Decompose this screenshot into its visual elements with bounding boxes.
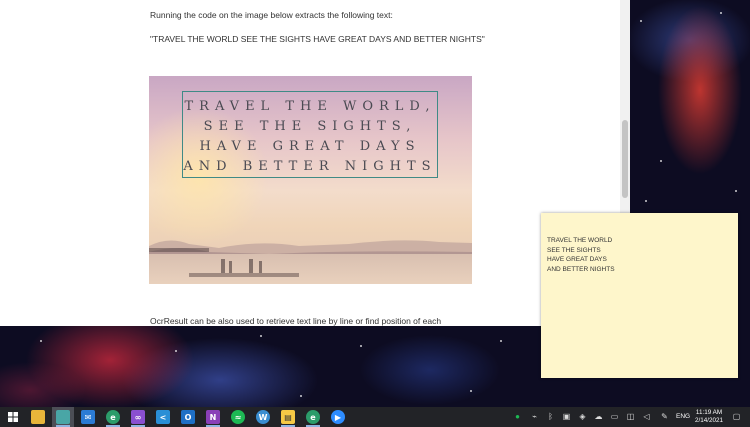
spotify-icon[interactable]: ≈ (231, 410, 245, 424)
volume-icon[interactable]: ◁ (642, 412, 651, 421)
quote-line: TRAVEL THE WORLD, (184, 99, 436, 114)
footer-text: OcrResult can be also used to retrieve t… (150, 316, 442, 326)
sticky-line: TRAVEL THE WORLD (547, 237, 613, 244)
clock[interactable]: 11:19 AM 2/14/2021 (693, 409, 725, 425)
language-indicator[interactable]: ENG (676, 413, 690, 420)
usb-tray-icon[interactable]: ⌁ (530, 412, 539, 421)
active-app-icon[interactable] (56, 410, 70, 424)
edge-beta-icon[interactable]: e (306, 410, 320, 424)
intro-text: Running the code on the image below extr… (150, 10, 393, 20)
sticky-line: SEE THE SIGHTS (547, 246, 601, 254)
bluetooth-tray-icon[interactable]: ᛒ (546, 412, 555, 421)
vs-code-icon[interactable]: < (156, 410, 170, 424)
cloud-tray-icon[interactable]: ☁ (594, 412, 603, 421)
sticky-note-text[interactable]: TRAVEL THE WORLD SEE THE SIGHTS HAVE GRE… (547, 236, 615, 274)
image-quote-box: TRAVEL THE WORLD, SEE THE SIGHTS, HAVE G… (182, 91, 438, 178)
extracted-text: "TRAVEL THE WORLD SEE THE SIGHTS HAVE GR… (150, 34, 485, 44)
scroll-thumb[interactable] (622, 120, 628, 198)
network-icon[interactable]: ◫ (626, 412, 635, 421)
document-page: Running the code on the image below extr… (0, 0, 630, 326)
zoom-icon[interactable]: ▶ (331, 410, 345, 424)
sample-image: TRAVEL THE WORLD, SEE THE SIGHTS, HAVE G… (149, 76, 472, 284)
battery-icon[interactable]: ▭ (610, 412, 619, 421)
outlook-icon[interactable]: O (181, 410, 195, 424)
clock-date: 2/14/2021 (694, 417, 723, 424)
clock-time: 11:19 AM (695, 409, 723, 416)
spotify-tray-icon[interactable]: ● (513, 412, 522, 421)
sticky-note[interactable]: TRAVEL THE WORLD SEE THE SIGHTS HAVE GRE… (541, 213, 738, 378)
security-tray-icon[interactable]: ◈ (578, 412, 587, 421)
onenote-icon[interactable]: N (206, 410, 220, 424)
quote-line: AND BETTER NIGHTS (183, 159, 437, 174)
mail-icon[interactable]: ✉ (81, 410, 95, 424)
visual-studio-icon[interactable]: ∞ (131, 410, 145, 424)
wordpress-icon[interactable]: W (256, 410, 270, 424)
pen-icon[interactable]: ✎ (660, 412, 669, 421)
windows-start-icon[interactable] (6, 410, 20, 424)
taskbar: ✉ e ∞ < O N ≈ W ▤ e ▶ ● ⌁ ᛒ ▣ ◈ ☁ ▭ ◫ ◁ … (0, 407, 750, 427)
edge-icon[interactable]: e (106, 410, 120, 424)
quote-line: HAVE GREAT DAYS (199, 139, 421, 154)
sticky-notes-icon[interactable]: ▤ (281, 410, 295, 424)
app-tray-icon[interactable]: ▣ (562, 412, 571, 421)
sticky-line: HAVE GREAT DAYS (547, 256, 607, 263)
quote-line: SEE THE SIGHTS, (203, 119, 417, 134)
sticky-line: AND BETTER NIGHTS (547, 265, 615, 273)
notifications-icon[interactable]: ▢ (732, 412, 741, 421)
file-explorer-icon[interactable] (31, 410, 45, 424)
